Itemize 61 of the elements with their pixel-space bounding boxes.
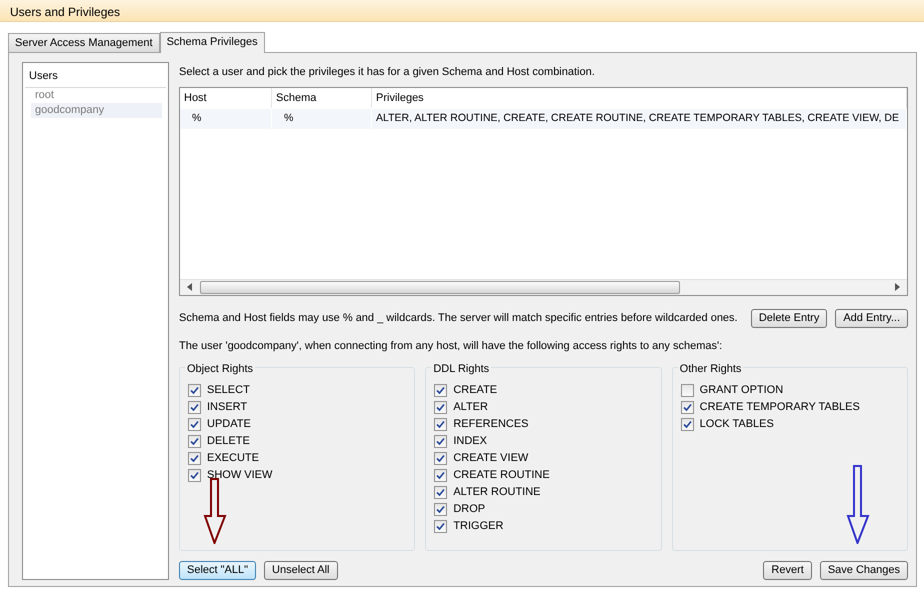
checkbox[interactable] <box>680 418 694 431</box>
user-item[interactable]: goodcompany <box>31 102 162 118</box>
checkbox-label: INSERT <box>207 400 248 416</box>
checkbox[interactable] <box>434 418 448 431</box>
access-summary: The user 'goodcompany', when connecting from any host, will have the following access rights to any schemas': <box>179 338 724 354</box>
checkbox[interactable] <box>434 401 448 414</box>
checkbox[interactable] <box>188 418 201 431</box>
horizontal-scrollbar[interactable] <box>180 278 907 294</box>
checkbox-label: ALTER ROUTINE <box>453 485 541 500</box>
checkbox-label: TRIGGER <box>453 519 504 534</box>
table-cell: ALTER, ALTER ROUTINE, CREATE, CREATE ROUTINE, CREATE TEMPORARY TABLES, CREATE VIEW, DE <box>372 109 906 129</box>
entry-button[interactable]: Delete Entry <box>750 308 828 328</box>
group-title: Object Rights <box>185 361 256 378</box>
checkbox-label: DELETE <box>207 434 250 450</box>
checkbox[interactable] <box>434 469 448 482</box>
scroll-right-icon[interactable] <box>893 283 901 291</box>
entry-button[interactable]: Add Entry... <box>835 308 908 328</box>
checkbox-label: SELECT <box>207 383 250 398</box>
checkbox[interactable] <box>188 435 201 448</box>
column-header: Users <box>25 66 166 88</box>
table-cell: % <box>180 109 271 129</box>
action-button[interactable]: Revert <box>763 561 812 580</box>
checkbox[interactable] <box>680 384 694 397</box>
checkbox-label: UPDATE <box>207 417 251 432</box>
action-button[interactable]: Unselect All <box>264 561 338 580</box>
checkbox-label: EXECUTE <box>207 451 259 466</box>
checkbox-label: SHOW VIEW <box>207 468 272 484</box>
scroll-left-icon[interactable] <box>186 283 194 291</box>
checkbox-label: GRANT OPTION <box>700 383 784 398</box>
checkbox[interactable] <box>188 401 201 414</box>
checkbox-label: REFERENCES <box>453 417 529 432</box>
checkbox[interactable] <box>434 435 448 448</box>
checkbox-label: CREATE VIEW <box>453 451 528 466</box>
intro-text: Select a user and pick the privileges it has for a given Schema and Host combination. <box>179 65 596 80</box>
group-title: DDL Rights <box>431 361 492 378</box>
checkbox[interactable] <box>434 384 448 397</box>
action-button[interactable]: Select "ALL" <box>179 561 256 580</box>
user-item[interactable]: root <box>31 88 162 102</box>
tab[interactable]: Server Access Management <box>8 33 160 52</box>
checkbox[interactable] <box>434 520 448 533</box>
wildcard-hint: Schema and Host fields may use % and _ wildcards. The server will match specific entries before wildcarded ones. <box>179 310 738 326</box>
table-cell: % <box>272 109 371 129</box>
checkbox-label: ALTER <box>453 400 488 416</box>
window-title: Users and Privileges <box>0 0 924 22</box>
checkbox-label: DROP <box>453 502 486 518</box>
checkbox[interactable] <box>434 486 448 499</box>
checkbox-label: INDEX <box>453 434 487 450</box>
checkbox-label: CREATE <box>453 383 498 398</box>
scrollbar-thumb[interactable] <box>200 280 680 294</box>
checkbox[interactable] <box>188 452 201 465</box>
checkbox-label: CREATE ROUTINE <box>453 468 550 484</box>
checkbox-label: CREATE TEMPORARY TABLES <box>700 400 860 416</box>
tab[interactable]: Schema Privileges <box>160 32 265 53</box>
action-button[interactable]: Save Changes <box>820 561 908 580</box>
checkbox-label: LOCK TABLES <box>700 417 774 432</box>
checkbox[interactable] <box>188 384 201 397</box>
group-title: Other Rights <box>678 361 744 378</box>
checkbox[interactable] <box>680 401 694 414</box>
checkbox[interactable] <box>188 469 201 482</box>
checkbox[interactable] <box>434 503 448 516</box>
checkbox[interactable] <box>434 452 448 465</box>
